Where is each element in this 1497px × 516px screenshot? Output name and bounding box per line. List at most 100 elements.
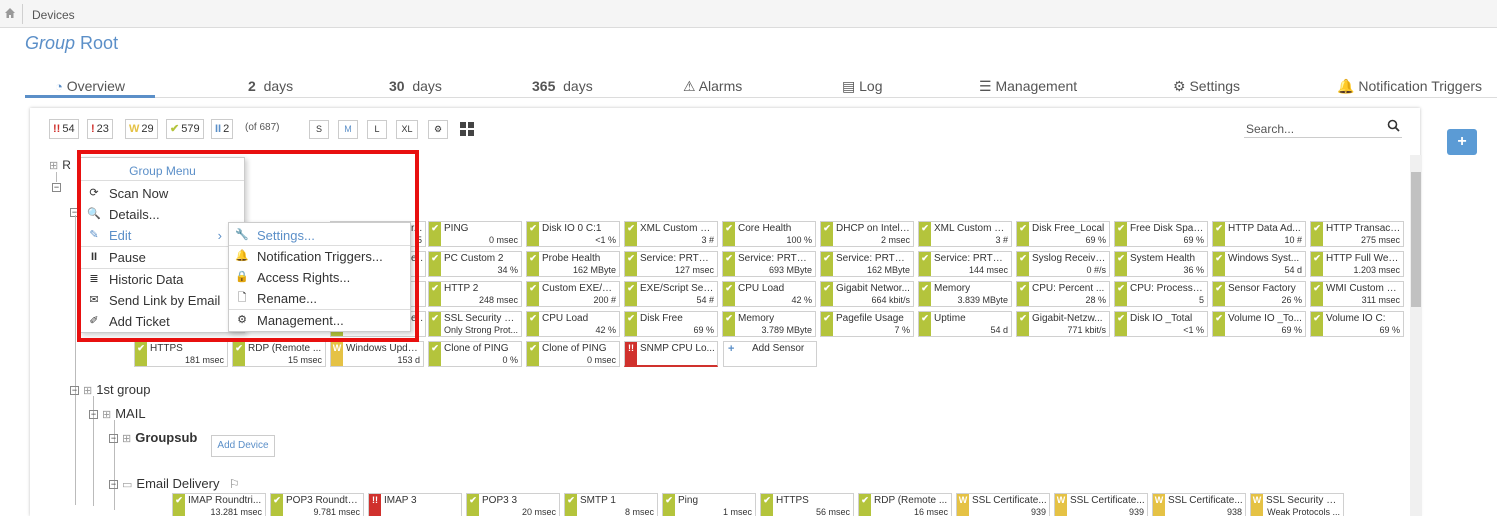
sensor-tile[interactable]: W SSL Certificate... 939 xyxy=(1054,493,1148,516)
sensor-tile[interactable]: ✔ Service: PRTG ... 693 MByte xyxy=(722,251,816,277)
tab-365-days[interactable]: 365 days xyxy=(532,76,593,96)
badge-down-partial[interactable]: ! 23 xyxy=(87,119,113,139)
view-settings-button[interactable]: ⚙ xyxy=(428,120,448,139)
tab-overview[interactable]: ◔ Overview xyxy=(25,76,155,98)
sensor-value: 664 kbit/s xyxy=(871,295,910,305)
sensor-tile[interactable]: ✔ Disk Free 69 % xyxy=(624,311,718,337)
sensor-tile[interactable]: ✔ CPU: Percent ... 28 % xyxy=(1016,281,1110,307)
sensor-tile[interactable]: W SSL Certificate... 939 xyxy=(956,493,1050,516)
sensor-tile[interactable]: ✔ WMI Custom S... 311 msec xyxy=(1310,281,1404,307)
sensor-tile[interactable]: ✔ DHCP on Intel(... 2 msec xyxy=(820,221,914,247)
sensor-tile[interactable]: ✔ Pagefile Usage 7 % xyxy=(820,311,914,337)
search-icon[interactable] xyxy=(1387,119,1400,132)
sensor-value: 10 # xyxy=(1284,235,1302,245)
sensor-tile[interactable]: ✔ HTTP Transact... 275 msec xyxy=(1310,221,1404,247)
breadcrumb[interactable]: Devices xyxy=(32,8,75,22)
sensor-tile[interactable]: ✔ Uptime 54 d xyxy=(918,311,1012,337)
sensor-tile[interactable]: ✔ Service: PRTG ... 144 msec xyxy=(918,251,1012,277)
sensor-tile[interactable]: ✔ Volume IO _To... 69 % xyxy=(1212,311,1306,337)
sensor-value: 69 % xyxy=(1281,325,1302,335)
sensor-tile[interactable]: ✔ Clone of PING 0 % xyxy=(428,341,522,367)
sensor-tile[interactable]: ✔ Free Disk Spac... 69 % xyxy=(1114,221,1208,247)
sensor-tile[interactable]: ✔ XML Custom E... 3 # xyxy=(624,221,718,247)
grid-view-button[interactable] xyxy=(457,120,477,139)
size-l-button[interactable]: L xyxy=(367,120,387,139)
sensor-tile[interactable]: ✔ System Health 36 % xyxy=(1114,251,1208,277)
sensor-tile[interactable]: ✔ EXE/Script Sen... 54 # xyxy=(624,281,718,307)
badge-up[interactable]: ✔ 579 xyxy=(166,119,204,139)
sensor-tile[interactable]: ✔ CPU Load 42 % xyxy=(526,311,620,337)
sensor-tile[interactable]: ✔ HTTP Full Web... 1.203 msec xyxy=(1310,251,1404,277)
sensor-tile[interactable]: ✔ Disk IO 0 C:1 <1 % xyxy=(526,221,620,247)
sensor-tile[interactable]: ✔ SSL Security C... Only Strong Prot... xyxy=(428,311,522,337)
sensor-tile[interactable]: ✔ HTTP Data Ad... 10 # xyxy=(1212,221,1306,247)
sensor-tile[interactable]: ✔ Windows Syst... 54 d xyxy=(1212,251,1306,277)
size-m-button[interactable]: M xyxy=(338,120,358,139)
sensor-tile[interactable]: ✔ Gigabit Networ... 664 kbit/s xyxy=(820,281,914,307)
sensor-tile[interactable]: W SSL Security C... Weak Protocols ... xyxy=(1250,493,1344,516)
tab-settings[interactable]: ⚙ Settings xyxy=(1173,76,1240,96)
tree-expand-root[interactable]: − xyxy=(52,180,65,194)
flag-icon[interactable]: ⚐ xyxy=(229,477,240,491)
tree-node-email-delivery[interactable]: − ▭ Email Delivery ⚐ xyxy=(109,476,240,491)
tab-log[interactable]: ▤ Log xyxy=(842,76,882,96)
sensor-tile[interactable]: W Windows Upda... 153 d xyxy=(330,341,424,367)
sensor-tile[interactable]: ✔ Memory 3.839 MByte xyxy=(918,281,1012,307)
search-input[interactable]: Search... xyxy=(1244,118,1402,138)
sensor-tile[interactable]: ✔ Ping 1 msec xyxy=(662,493,756,516)
sensor-tile[interactable]: ✔ XML Custom E... 3 # xyxy=(918,221,1012,247)
sensor-tile[interactable]: ✔ Probe Health 162 MByte xyxy=(526,251,620,277)
tree-root[interactable]: ⊞ R xyxy=(49,158,71,172)
badge-warning[interactable]: W 29 xyxy=(125,119,158,139)
tree-node-groupsub[interactable]: − ⊞ Groupsub xyxy=(109,430,197,445)
add-device-button[interactable]: Add Device xyxy=(211,435,275,457)
sensor-tile[interactable]: !! SNMP CPU Lo... xyxy=(624,341,718,367)
check-icon: ✔ xyxy=(429,342,441,366)
tree-node-1st-group[interactable]: − ⊞ 1st group xyxy=(70,382,150,397)
tree-node-mail[interactable]: − ⊞ MAIL xyxy=(89,406,146,421)
sensor-tile[interactable]: ✔ HTTPS 56 msec xyxy=(760,493,854,516)
sensor-name: Free Disk Spac... xyxy=(1130,223,1205,234)
sensor-tile[interactable]: ✔ Disk Free_Local 69 % xyxy=(1016,221,1110,247)
sensor-tile[interactable]: ✔ Custom EXE/S... 200 # xyxy=(526,281,620,307)
sensor-tile[interactable]: ✔ HTTPS 181 msec xyxy=(134,341,228,367)
sensor-tile[interactable]: ✔ IMAP Roundtri... 13.281 msec xyxy=(172,493,266,516)
size-xl-button[interactable]: XL xyxy=(396,120,418,139)
sensor-tile[interactable]: ✔ Disk IO _Total <1 % xyxy=(1114,311,1208,337)
sensor-tile[interactable]: ✔ PING 0 msec xyxy=(428,221,522,247)
sensor-tile[interactable]: ✔ HTTP 2 248 msec xyxy=(428,281,522,307)
size-s-button[interactable]: S xyxy=(309,120,329,139)
sensor-tile[interactable]: ✔ CPU: Processo... 5 xyxy=(1114,281,1208,307)
add-button[interactable]: + xyxy=(1447,129,1477,155)
sensor-tile[interactable]: ✔ POP3 Roundtri... 9.781 msec xyxy=(270,493,364,516)
error-icon: !! xyxy=(369,494,381,516)
check-icon: ✔ xyxy=(723,222,735,246)
badge-down[interactable]: !! 54 xyxy=(49,119,79,139)
tab-alarms[interactable]: ⚠ Alarms xyxy=(683,76,742,96)
sensor-tile[interactable]: ✔ Core Health 100 % xyxy=(722,221,816,247)
sensor-tile[interactable]: ✔ Volume IO C: 69 % xyxy=(1310,311,1404,337)
sensor-tile[interactable]: ✔ RDP (Remote ... 16 msec xyxy=(858,493,952,516)
sensor-tile[interactable]: W SSL Certificate... 938 xyxy=(1152,493,1246,516)
tab-management[interactable]: ☰ Management xyxy=(979,76,1077,96)
sensor-tile[interactable]: ✔ Clone of PING 0 msec xyxy=(526,341,620,367)
sensor-tile[interactable]: ✔ Service: PRTG ... 162 MByte xyxy=(820,251,914,277)
sensor-tile[interactable]: ✔ Sensor Factory 26 % xyxy=(1212,281,1306,307)
sensor-tile[interactable]: ✔ POP3 3 20 msec xyxy=(466,493,560,516)
sensor-tile[interactable]: ✔ SMTP 1 8 msec xyxy=(564,493,658,516)
sensor-tile[interactable]: ✔ PC Custom 2 34 % xyxy=(428,251,522,277)
sensor-tile[interactable]: !! IMAP 3 xyxy=(368,493,462,516)
tab-30-days[interactable]: 30 days xyxy=(389,76,442,96)
sensor-tile[interactable]: ✔ CPU Load 42 % xyxy=(722,281,816,307)
tab-notification-triggers[interactable]: 🔔 Notification Triggers xyxy=(1337,76,1482,96)
sensor-tile[interactable]: ✔ Syslog Receive... 0 #/s xyxy=(1016,251,1110,277)
sensor-tile[interactable]: ✔ Service: PRTG ... 127 msec xyxy=(624,251,718,277)
sensor-tile[interactable]: ✔ Memory 3.789 MByte xyxy=(722,311,816,337)
badge-paused[interactable]: II 2 xyxy=(211,119,234,139)
home-icon[interactable] xyxy=(4,7,18,21)
sensor-tile[interactable]: ✔ RDP (Remote ... 15 msec xyxy=(232,341,326,367)
scrollbar-thumb[interactable] xyxy=(1411,172,1421,307)
sensor-tile[interactable]: ✔ Gigabit-Netzw... 771 kbit/s xyxy=(1016,311,1110,337)
tab-2-days[interactable]: 2 days xyxy=(248,76,293,96)
add-sensor-button[interactable]: + Add Sensor xyxy=(723,341,817,367)
